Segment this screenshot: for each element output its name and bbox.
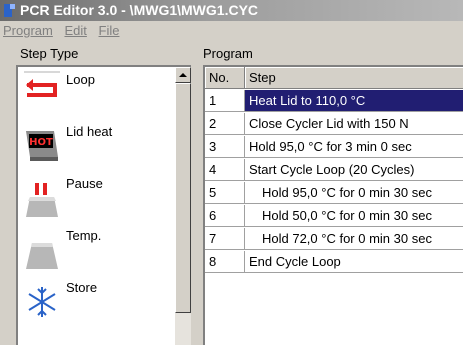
column-header-step[interactable]: Step [245, 67, 463, 89]
step-type-lid-heat[interactable]: HOT Lid heat [18, 119, 173, 171]
pause-icon [26, 183, 58, 217]
row-number[interactable]: 7 [205, 228, 245, 250]
row-number[interactable]: 3 [205, 136, 245, 158]
app-icon [4, 4, 15, 17]
column-header-no[interactable]: No. [205, 67, 245, 89]
step-type-store-label: Store [66, 280, 98, 295]
temperature-icon [26, 243, 58, 269]
hot-text: HOT [29, 137, 53, 148]
table-row[interactable]: 5 Hold 95,0 °C for 0 min 30 sec [205, 182, 463, 204]
step-type-loop[interactable]: Loop [18, 67, 173, 119]
row-number[interactable]: 6 [205, 205, 245, 227]
row-step[interactable]: Hold 95,0 °C for 3 min 0 sec [245, 136, 463, 158]
step-type-temp[interactable]: Temp. [18, 223, 173, 275]
window-title: PCR Editor 3.0 - \MWG1\MWG1.CYC [20, 2, 259, 18]
step-type-pause-label: Pause [66, 176, 103, 191]
row-step[interactable]: Hold 72,0 °C for 0 min 30 sec [245, 228, 463, 250]
menu-file[interactable]: File [95, 21, 124, 41]
row-number[interactable]: 1 [205, 90, 245, 112]
row-number[interactable]: 4 [205, 159, 245, 181]
step-type-list: Loop HOT Lid heat Pause Temp. Store [16, 65, 191, 345]
row-step[interactable]: Hold 95,0 °C for 0 min 30 sec [245, 182, 463, 204]
step-type-lid-heat-label: Lid heat [66, 124, 113, 139]
loop-icon [24, 71, 60, 97]
table-row[interactable]: 6 Hold 50,0 °C for 0 min 30 sec [205, 205, 463, 227]
row-step[interactable]: Heat Lid to 110,0 °C [245, 90, 463, 112]
step-type-pause[interactable]: Pause [18, 171, 173, 223]
menu-bar: Program Edit File [0, 21, 463, 41]
program-label: Program [203, 46, 253, 61]
row-step[interactable]: End Cycle Loop [245, 251, 463, 273]
program-grid: No. Step 1 Heat Lid to 110,0 °C 2 Close Cyc… [203, 65, 463, 345]
table-row[interactable]: 7 Hold 72,0 °C for 0 min 30 sec [205, 228, 463, 250]
step-type-loop-label: Loop [66, 72, 95, 87]
arrow-up-icon [179, 73, 187, 77]
table-row[interactable]: 3 Hold 95,0 °C for 3 min 0 sec [205, 136, 463, 158]
step-type-label: Step Type [20, 46, 79, 61]
row-number[interactable]: 8 [205, 251, 245, 273]
table-row[interactable]: 1 Heat Lid to 110,0 °C [205, 90, 463, 112]
title-bar: PCR Editor 3.0 - \MWG1\MWG1.CYC [0, 0, 463, 21]
table-row[interactable]: 8 End Cycle Loop [205, 251, 463, 273]
row-step[interactable]: Hold 50,0 °C for 0 min 30 sec [245, 205, 463, 227]
menu-edit[interactable]: Edit [60, 21, 90, 41]
row-step[interactable]: Start Cycle Loop (20 Cycles) [245, 159, 463, 181]
scroll-up-button[interactable] [175, 67, 191, 83]
scroll-thumb[interactable] [175, 83, 191, 313]
menu-program[interactable]: Program [0, 21, 57, 41]
step-type-store[interactable]: Store [18, 275, 173, 327]
lid-heat-icon: HOT [26, 131, 58, 161]
snowflake-icon [28, 287, 56, 317]
row-number[interactable]: 2 [205, 113, 245, 135]
step-type-scrollbar[interactable] [175, 67, 191, 345]
row-number[interactable]: 5 [205, 182, 245, 204]
table-row[interactable]: 2 Close Cycler Lid with 150 N [205, 113, 463, 135]
row-step[interactable]: Close Cycler Lid with 150 N [245, 113, 463, 135]
table-row[interactable]: 4 Start Cycle Loop (20 Cycles) [205, 159, 463, 181]
program-header-row: No. Step [205, 67, 463, 89]
step-type-temp-label: Temp. [66, 228, 102, 243]
